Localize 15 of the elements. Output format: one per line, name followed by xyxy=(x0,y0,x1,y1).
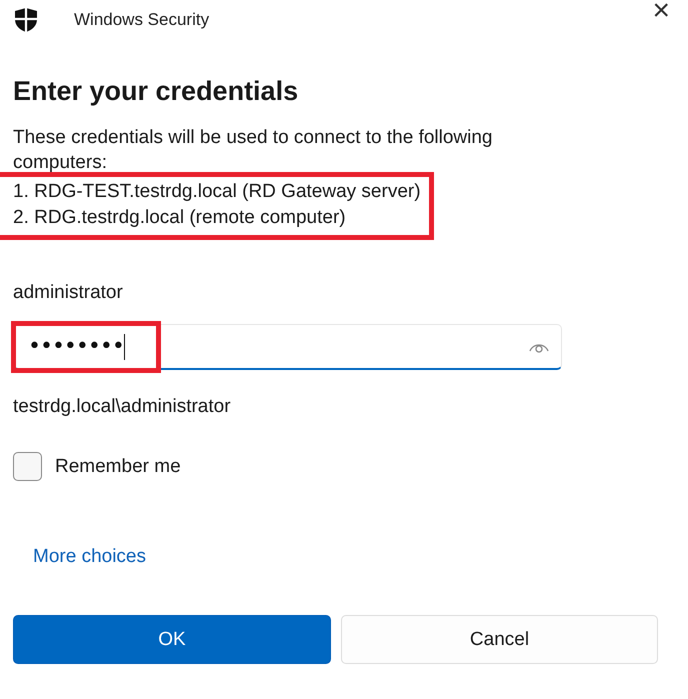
intro-text: These credentials will be used to connect to the following computers: xyxy=(13,126,494,175)
computer-entry: 2. RDG.testrdg.local (remote computer) xyxy=(13,206,347,230)
cancel-button[interactable]: Cancel xyxy=(341,615,658,664)
dialog-heading: Enter your credentials xyxy=(13,76,300,107)
shield-icon xyxy=(14,7,38,33)
username-label: administrator xyxy=(13,282,124,304)
remember-label: Remember me xyxy=(55,456,181,478)
computer-entry: 1. RDG-TEST.testrdg.local (RD Gateway server) xyxy=(13,180,421,204)
password-field[interactable]: •••••••• xyxy=(13,324,562,370)
close-button[interactable]: × xyxy=(652,0,670,26)
more-choices-link[interactable]: More choices xyxy=(33,546,146,568)
remember-checkbox[interactable] xyxy=(13,452,42,481)
ok-button[interactable]: OK xyxy=(13,615,331,664)
window-title: Windows Security xyxy=(74,10,210,30)
domain-user-text: testrdg.local\administrator xyxy=(13,396,232,418)
